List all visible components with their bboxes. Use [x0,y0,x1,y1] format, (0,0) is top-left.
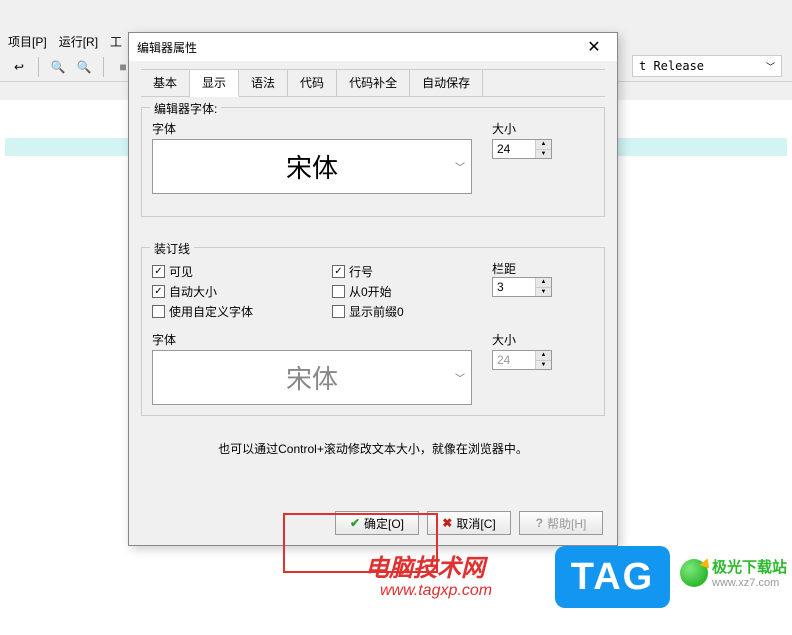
help-button-label: 帮助[H] [547,515,586,532]
build-config-combo[interactable]: t Release ﹀ [632,55,782,77]
help-button[interactable]: ? 帮助[H] [519,511,603,535]
lineno-checkbox[interactable] [332,265,345,278]
tab-code[interactable]: 代码 [288,70,337,96]
fromzero-checkbox-row[interactable]: 从0开始 [332,283,452,300]
chevron-down-icon: ﹀ [455,159,465,174]
editor-font-group: 编辑器字体: 字体 宋体 ﹀ 大小 ▲ ▼ [141,107,605,217]
cancel-button-label: 取消[C] [456,515,495,532]
gutter-font-combo[interactable]: 宋体 ﹀ [152,350,472,405]
dialog-title: 编辑器属性 [137,39,197,56]
watermark-url: www.tagxp.com [380,582,492,600]
spacing-input[interactable] [493,278,535,296]
toolbar-zoom-out-icon[interactable]: 🔍 [73,56,95,78]
gutter-font-label: 字体 [152,331,472,348]
spacing-spinner[interactable]: ▲ ▼ [492,277,552,297]
question-icon: ? [536,516,543,530]
size-label: 大小 [492,120,552,137]
close-icon[interactable]: ✕ [579,35,609,59]
jiguang-url: www.xz7.com [712,577,787,589]
gutter-size-input[interactable] [493,351,535,369]
watermark-title: 电脑技术网 [365,548,485,583]
spinner-up-icon[interactable]: ▲ [536,140,551,150]
spinner-down-icon[interactable]: ▼ [536,288,551,297]
autosize-checkbox-row[interactable]: 自动大小 [152,283,292,300]
lineno-checkbox-row[interactable]: 行号 [332,263,452,280]
menu-tools[interactable]: 工 [110,33,122,47]
visible-checkbox-row[interactable]: 可见 [152,263,292,280]
autosize-checkbox[interactable] [152,285,165,298]
tab-bar: 基本 显示 语法 代码 代码补全 自动保存 [141,69,605,97]
tag-badge: TAG [555,546,670,608]
customfont-checkbox[interactable] [152,305,165,318]
menu-project[interactable]: 项目[P] [8,33,47,47]
editor-font-size-spinner[interactable]: ▲ ▼ [492,139,552,159]
autosize-label: 自动大小 [169,283,217,300]
menu-run[interactable]: 运行[R] [59,33,98,47]
check-icon: ✔ [350,516,360,530]
spinner-up-icon[interactable]: ▲ [536,351,551,361]
spinner-down-icon[interactable]: ▼ [536,150,551,159]
toolbar-zoom-in-icon[interactable]: 🔍 [47,56,69,78]
gutter-size-spinner[interactable]: ▲ ▼ [492,350,552,370]
leadingzero-checkbox[interactable] [332,305,345,318]
editor-properties-dialog: 编辑器属性 ✕ 基本 显示 语法 代码 代码补全 自动保存 编辑器字体: 字体 … [128,32,618,546]
chevron-down-icon: ﹀ [766,60,775,73]
dialog-titlebar[interactable]: 编辑器属性 ✕ [129,33,617,61]
hint-text: 也可以通过Control+滚动修改文本大小，就像在浏览器中。 [141,440,605,457]
spinner-up-icon[interactable]: ▲ [536,278,551,288]
tab-display[interactable]: 显示 [190,70,239,97]
cancel-button[interactable]: ✖ 取消[C] [427,511,511,535]
gutter-size-label: 大小 [492,331,552,348]
jiguang-logo: 极光下载站 www.xz7.com [680,556,787,589]
gutter-group: 装订线 可见 自动大小 使用自定义字体 [141,247,605,416]
dialog-button-bar: ✔ 确定[O] ✖ 取消[C] ? 帮助[H] [335,511,603,535]
gutter-font-value: 宋体 [286,359,338,396]
fromzero-checkbox[interactable] [332,285,345,298]
gutter-group-title: 装订线 [150,240,194,257]
editor-font-group-title: 编辑器字体: [150,100,221,117]
jiguang-icon [680,559,708,587]
editor-font-combo[interactable]: 宋体 ﹀ [152,139,472,194]
visible-checkbox[interactable] [152,265,165,278]
tab-syntax[interactable]: 语法 [239,70,288,96]
editor-font-size-input[interactable] [493,140,535,158]
tab-autosave[interactable]: 自动保存 [410,70,483,96]
jiguang-name: 极光下载站 [712,556,787,577]
tab-completion[interactable]: 代码补全 [337,70,410,96]
toolbar-btn-1[interactable]: ↩ [8,56,30,78]
spacing-label: 栏距 [492,262,516,276]
build-config-value: t Release [639,59,704,73]
visible-label: 可见 [169,263,193,280]
x-icon: ✖ [442,516,452,530]
font-label: 字体 [152,120,472,137]
tab-basic[interactable]: 基本 [141,70,190,96]
leadingzero-checkbox-row[interactable]: 显示前缀0 [332,303,452,320]
lineno-label: 行号 [349,263,373,280]
chevron-down-icon: ﹀ [455,370,465,385]
ok-button[interactable]: ✔ 确定[O] [335,511,419,535]
spinner-down-icon[interactable]: ▼ [536,361,551,370]
customfont-checkbox-row[interactable]: 使用自定义字体 [152,303,292,320]
ok-button-label: 确定[O] [364,515,404,532]
fromzero-label: 从0开始 [349,283,392,300]
customfont-label: 使用自定义字体 [169,303,253,320]
editor-font-value: 宋体 [286,148,338,185]
leadingzero-label: 显示前缀0 [349,303,404,320]
